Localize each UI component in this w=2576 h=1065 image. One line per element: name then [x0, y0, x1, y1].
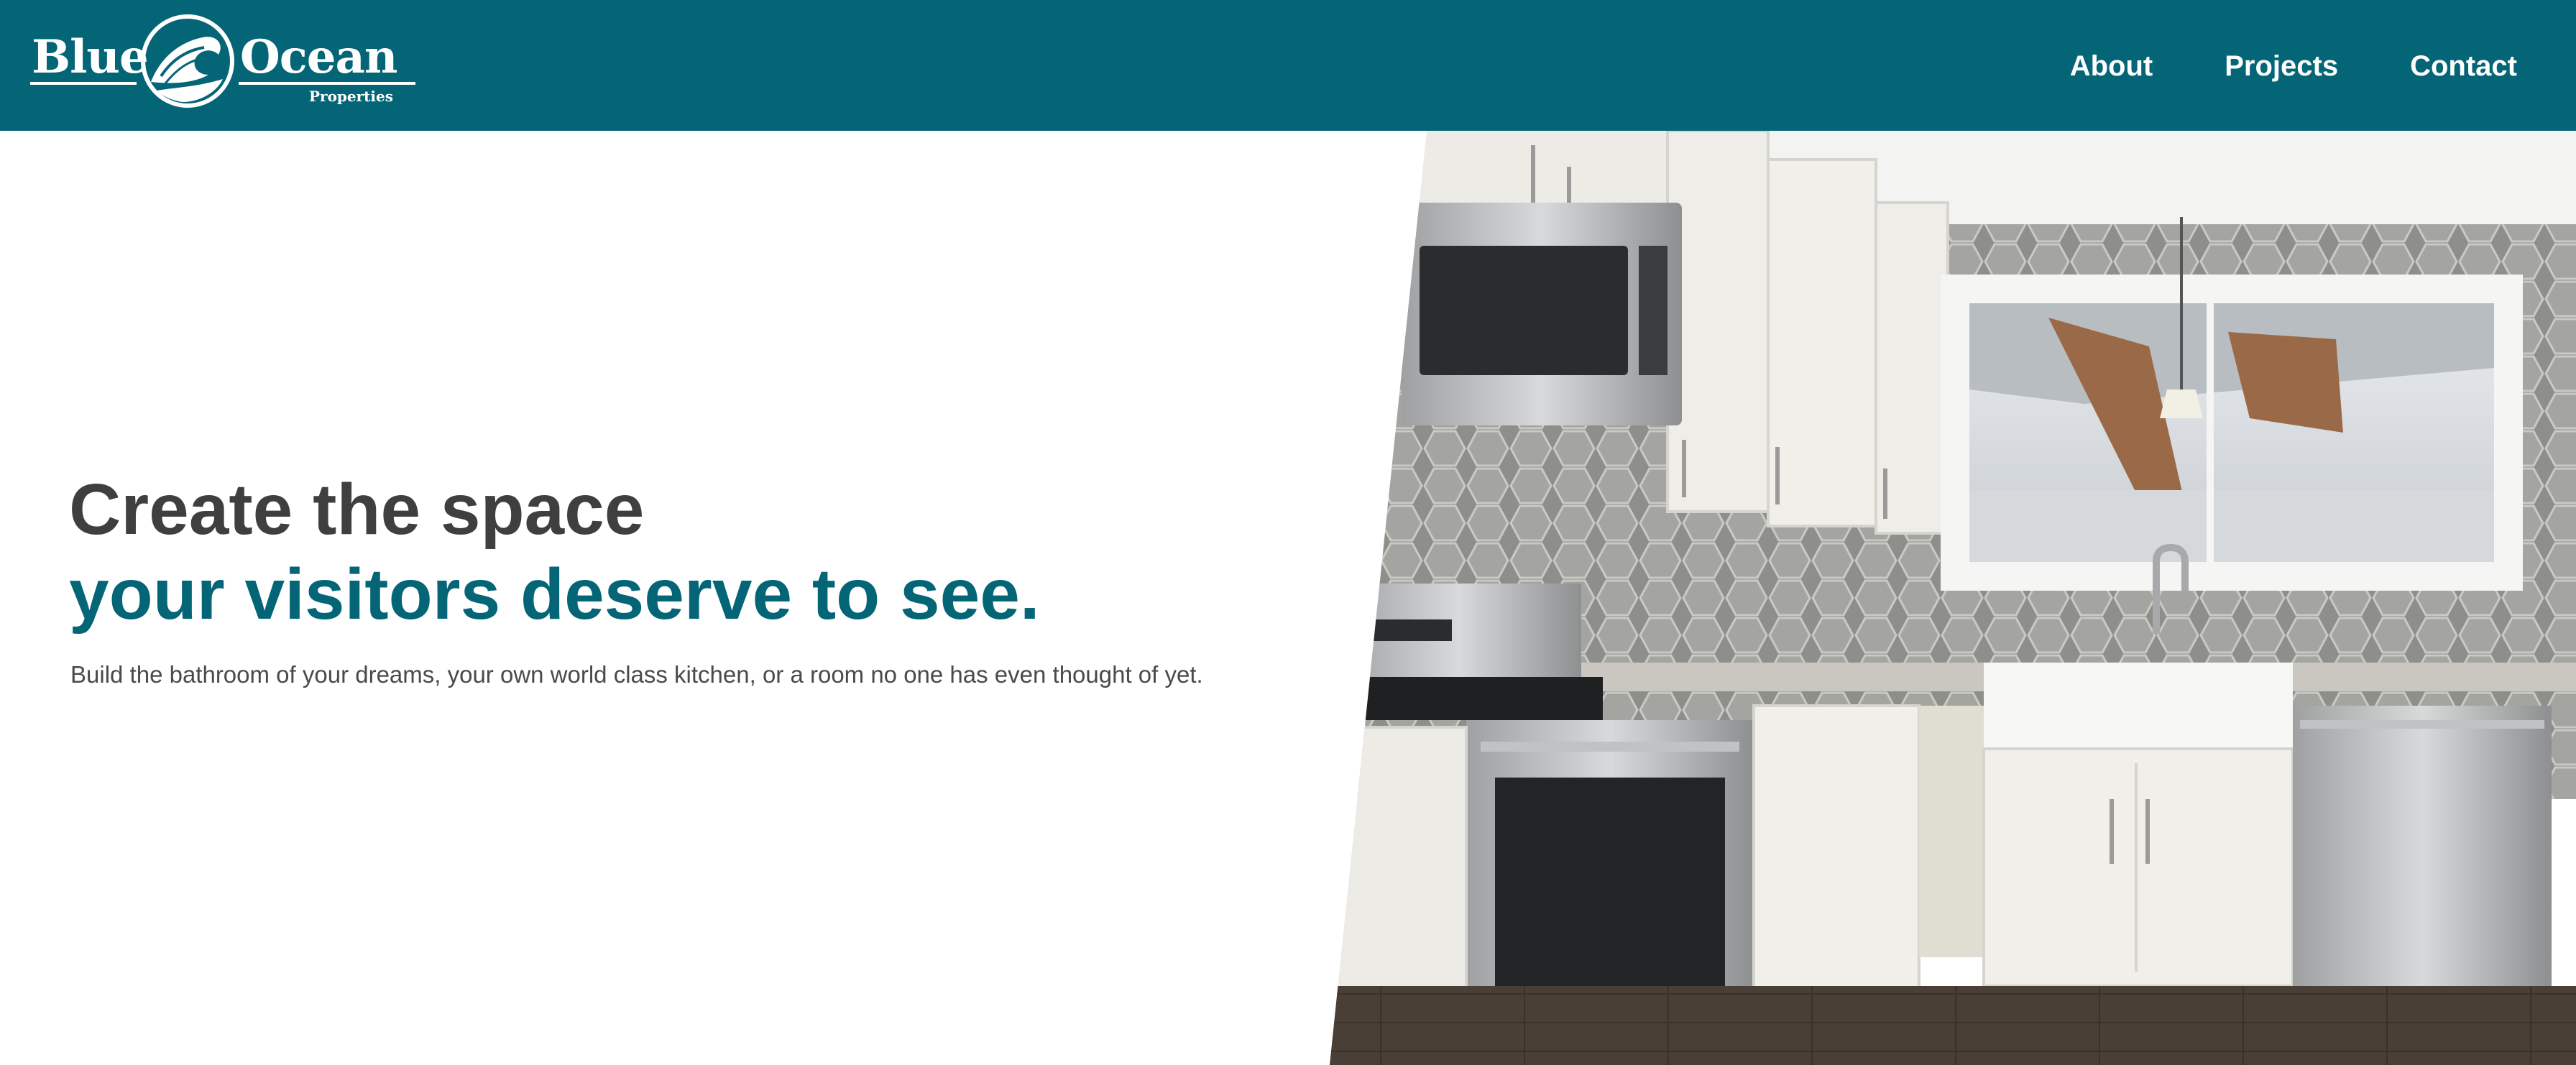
brand-logo[interactable]: Blue Ocean Properties: [30, 13, 415, 114]
main-nav: About Projects Contact: [1998, 45, 2517, 88]
brand-underline-left: [30, 82, 137, 85]
wave-icon: [141, 14, 234, 108]
brand-word-blue: Blue: [32, 30, 149, 84]
brand-subtitle: Properties: [309, 88, 393, 105]
brand-underline-right: [239, 82, 415, 85]
nav-about[interactable]: About: [2070, 45, 2153, 88]
nav-projects[interactable]: Projects: [2225, 45, 2338, 88]
site-header: Blue Ocean Properties About Projects Con…: [0, 0, 2576, 131]
hero-headline-line1: Create the space: [69, 469, 645, 550]
hero-headline-line2: your visitors deserve to see.: [69, 554, 1040, 635]
hero-subtext: Build the bathroom of your dreams, your …: [70, 661, 1203, 688]
hero-section: Create the space your visitors deserve t…: [69, 467, 1291, 693]
nav-contact[interactable]: Contact: [2410, 45, 2517, 88]
brand-word-ocean: Ocean: [240, 30, 397, 84]
